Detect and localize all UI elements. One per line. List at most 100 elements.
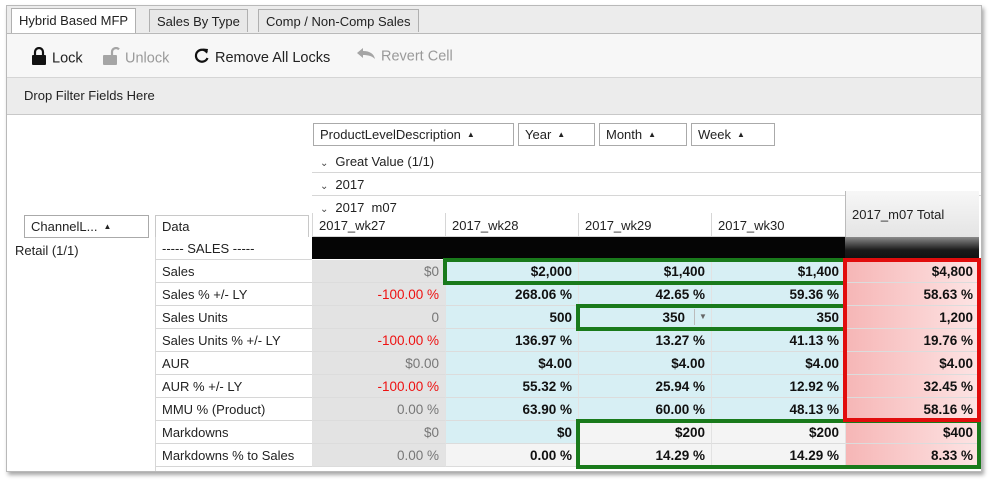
cell-aur-pct-ly-total[interactable]: 32.45 %: [845, 375, 979, 398]
cell-aur-wk28[interactable]: $4.00: [445, 352, 578, 375]
cell-sales-units-pct-ly-wk30[interactable]: 41.13 %: [711, 329, 845, 352]
row-label-aur: AUR: [155, 352, 312, 375]
cell-markdowns-wk27[interactable]: $0: [312, 421, 445, 444]
cell-aur-pct-ly-wk29[interactable]: 25.94 %: [578, 375, 711, 398]
unlock-button[interactable]: Unlock: [102, 46, 170, 67]
cell-sales-total[interactable]: $4,800: [845, 260, 979, 283]
sort-ascending-icon: ▲: [103, 222, 112, 231]
cell-aur-total[interactable]: $4.00: [845, 352, 979, 375]
cell-sales-units-pct-ly-wk28[interactable]: 136.97 %: [445, 329, 578, 352]
filter-drop-zone-label: Drop Filter Fields Here: [24, 88, 155, 103]
toolbar: Lock Unlock Remove All Locks Revert Cell: [7, 34, 981, 78]
row-label-sales-units: Sales Units: [155, 306, 312, 329]
lock-icon: [31, 46, 47, 70]
field-year[interactable]: Year ▲: [518, 123, 595, 146]
cell-aur-wk27[interactable]: $0.00: [312, 352, 445, 375]
cell-sales-pct-ly-wk28[interactable]: 268.06 %: [445, 283, 578, 306]
cell-aur-pct-ly-wk30[interactable]: 12.92 %: [711, 375, 845, 398]
cell-markdowns-pct-sales-wk30[interactable]: 14.29 %: [711, 444, 845, 467]
tab-sales-by-type[interactable]: Sales By Type: [149, 9, 248, 32]
cell-mmu-pct-total[interactable]: 58.16 %: [845, 398, 979, 421]
cell-sales-units-wk29[interactable]: 350: [578, 306, 711, 329]
cell-aur-wk30[interactable]: $4.00: [711, 352, 845, 375]
cell-sales-pct-ly-wk27[interactable]: -100.00 %: [312, 283, 445, 306]
filter-drop-zone[interactable]: Drop Filter Fields Here: [7, 78, 981, 115]
chevron-down-icon: ⌄: [320, 158, 329, 169]
cell-sales-wk27[interactable]: $0: [312, 260, 445, 283]
tab-comp-non-comp-sales[interactable]: Comp / Non-Comp Sales: [258, 9, 419, 32]
group-label: 2017: [335, 177, 365, 192]
row-label-aur-pct-ly: AUR % +/- LY: [155, 375, 312, 398]
field-week[interactable]: Week ▲: [691, 123, 775, 146]
field-month[interactable]: Month ▲: [599, 123, 687, 146]
cell-mmu-pct-wk29[interactable]: 60.00 %: [578, 398, 711, 421]
section-label-sales: ----- SALES -----: [155, 237, 312, 260]
unlock-label: Unlock: [125, 50, 170, 67]
lock-button[interactable]: Lock: [31, 46, 83, 67]
cell-aur-pct-ly-wk28[interactable]: 55.32 %: [445, 375, 578, 398]
undo-arrow-icon: [356, 47, 376, 66]
cell-markdowns-pct-sales-total[interactable]: 8.33 %: [845, 444, 979, 467]
cell-sales-units-total[interactable]: 1,200: [845, 306, 979, 329]
cell-markdowns-wk30[interactable]: $200: [711, 421, 845, 444]
row-label-sales-units-pct-ly: Sales Units % +/- LY: [155, 329, 312, 352]
cell-sales-units-wk28[interactable]: 500: [445, 306, 578, 329]
field-label: Data: [162, 219, 190, 234]
pivot-grid: ProductLevelDescription ▲ Year ▲ Month ▲ We…: [7, 115, 981, 471]
cell-mmu-pct-wk30[interactable]: 48.13 %: [711, 398, 845, 421]
cell-markdowns-wk28[interactable]: $0: [445, 421, 578, 444]
cell-dropdown-chevron-icon[interactable]: ▼: [694, 309, 711, 325]
cell-sales-units-wk30[interactable]: 350: [711, 306, 845, 329]
cell-markdowns-wk29[interactable]: $200: [578, 421, 711, 444]
cell-sales-units-pct-ly-wk29[interactable]: 13.27 %: [578, 329, 711, 352]
cell-markdowns-pct-sales-wk27[interactable]: 0.00 %: [312, 444, 445, 467]
unlock-icon: [102, 46, 120, 70]
cell-aur-pct-ly-wk27[interactable]: -100.00 %: [312, 375, 445, 398]
revert-cell-button[interactable]: Revert Cell: [356, 47, 453, 65]
field-label: ProductLevelDescription: [320, 127, 461, 142]
cell-sales-wk30[interactable]: $1,400: [711, 260, 845, 283]
field-label: Week: [698, 127, 731, 142]
col-header-wk27[interactable]: 2017_wk27: [312, 213, 445, 237]
cell-sales-pct-ly-wk30[interactable]: 59.36 %: [711, 283, 845, 306]
lock-label: Lock: [52, 50, 83, 67]
field-label: ChannelL...: [31, 219, 98, 234]
row-label-sales: Sales: [155, 260, 312, 283]
remove-all-locks-label: Remove All Locks: [215, 49, 331, 66]
cell-sales-wk28[interactable]: $2,000: [445, 260, 578, 283]
cell-sales-units-pct-ly-total[interactable]: 19.76 %: [845, 329, 979, 352]
row-label-mmu-pct: MMU % (Product): [155, 398, 312, 421]
cell-markdowns-total[interactable]: $400: [845, 421, 979, 444]
field-channel[interactable]: ChannelL... ▲: [24, 215, 149, 238]
row-label-markdowns: Markdowns: [155, 421, 312, 444]
cell-sales-pct-ly-total[interactable]: 58.63 %: [845, 283, 979, 306]
revert-cell-label: Revert Cell: [381, 48, 453, 65]
cell-mmu-pct-wk27[interactable]: 0.00 %: [312, 398, 445, 421]
col-header-wk30[interactable]: 2017_wk30: [711, 213, 845, 237]
field-label: Year: [525, 127, 552, 142]
tab-hybrid-based-mfp[interactable]: Hybrid Based MFP: [11, 8, 137, 33]
col-header-month-total[interactable]: 2017_m07 Total: [845, 191, 979, 237]
cell-markdowns-pct-sales-wk29[interactable]: 14.29 %: [578, 444, 711, 467]
field-data[interactable]: Data: [155, 215, 309, 238]
cell-aur-wk29[interactable]: $4.00: [578, 352, 711, 375]
cell-markdowns-pct-sales-wk28[interactable]: 0.00 %: [445, 444, 578, 467]
sort-ascending-icon: ▲: [466, 130, 475, 139]
cell-sales-wk29[interactable]: $1,400: [578, 260, 711, 283]
mfp-window: Hybrid Based MFP Sales By Type Comp / No…: [6, 5, 982, 472]
cell-sales-units-pct-ly-wk27[interactable]: -100.00 %: [312, 329, 445, 352]
section-band: [312, 237, 845, 259]
group-label: Great Value (1/1): [335, 154, 435, 169]
cell-sales-pct-ly-wk29[interactable]: 42.65 %: [578, 283, 711, 306]
col-header-wk28[interactable]: 2017_wk28: [445, 213, 578, 237]
col-header-wk29[interactable]: 2017_wk29: [578, 213, 711, 237]
remove-all-locks-button[interactable]: Remove All Locks: [193, 47, 331, 66]
cell-mmu-pct-wk28[interactable]: 63.90 %: [445, 398, 578, 421]
tab-bar: Hybrid Based MFP Sales By Type Comp / No…: [7, 6, 981, 34]
sort-ascending-icon: ▲: [648, 130, 657, 139]
group-great-value[interactable]: ⌄ Great Value (1/1): [312, 151, 981, 173]
cell-sales-units-wk27[interactable]: 0: [312, 306, 445, 329]
row-label-sales-pct-ly: Sales % +/- LY: [155, 283, 312, 306]
field-productleveldescription[interactable]: ProductLevelDescription ▲: [313, 123, 514, 146]
row-header-column: [7, 237, 156, 471]
